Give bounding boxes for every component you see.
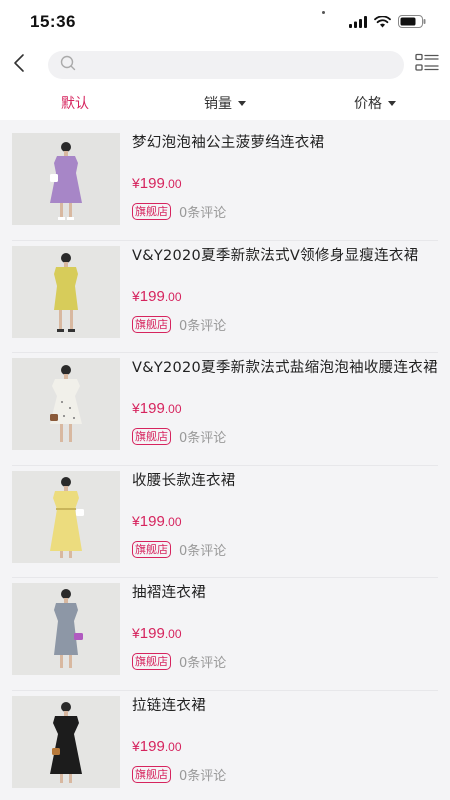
price-currency: ¥ — [132, 625, 140, 641]
product-item[interactable]: V&Y2020夏季新款法式V领修身显瘦连衣裙 ¥199.00 旗舰店 0条评论 — [12, 241, 438, 353]
sort-tab-label: 销量 — [204, 96, 232, 112]
price-integer: 199 — [139, 625, 165, 642]
product-item[interactable]: V&Y2020夏季新款法式盐缩泡泡袖收腰连衣裙 ¥199.00 旗舰店 0条评论 — [12, 353, 438, 466]
comment-count: 0条评论 — [179, 431, 227, 446]
product-price: ¥199.00 — [132, 625, 182, 643]
caret-down-icon — [388, 101, 396, 106]
product-title: 梦幻泡泡袖公主菠萝绉连衣裙 — [132, 135, 325, 151]
price-integer: 199 — [139, 287, 165, 305]
product-item[interactable]: 抽褶连衣裙 ¥199.00 旗舰店 0条评论 — [12, 578, 438, 691]
product-title: 抽褶连衣裙 — [132, 585, 206, 601]
price-integer: 199 — [139, 400, 165, 417]
wifi-icon — [374, 13, 391, 32]
sort-tab-price[interactable]: 价格 — [300, 93, 450, 113]
product-image — [12, 470, 120, 563]
comment-count: 0条评论 — [179, 318, 227, 334]
list-view-toggle-button[interactable] — [414, 52, 440, 78]
product-price: ¥199.00 — [132, 175, 182, 193]
store-badge: 旗舰店 — [132, 315, 171, 333]
store-badge: 旗舰店 — [132, 203, 171, 220]
store-badge: 旗舰店 — [132, 428, 171, 445]
product-title: 收腰长款连衣裙 — [132, 472, 236, 489]
product-price: ¥199.00 — [132, 738, 182, 756]
sort-tab-label: 默认 — [61, 96, 89, 112]
status-bar: 15:36 — [0, 0, 450, 44]
price-currency: ¥ — [132, 737, 140, 754]
comment-count: 0条评论 — [179, 206, 227, 221]
product-item[interactable]: 梦幻泡泡袖公主菠萝绉连衣裙 ¥199.00 旗舰店 0条评论 — [12, 128, 438, 241]
product-title: V&Y2020夏季新款法式V领修身显瘦连衣裙 — [132, 247, 419, 264]
product-price: ¥199.00 — [132, 288, 182, 306]
product-item[interactable]: 拉链连衣裙 ¥199.00 旗舰店 0条评论 — [12, 691, 438, 800]
price-decimal: .00 — [164, 289, 182, 304]
price-integer: 199 — [139, 512, 165, 530]
battery-icon — [398, 13, 426, 32]
sort-tab-label: 价格 — [354, 96, 382, 112]
comment-count: 0条评论 — [179, 656, 227, 671]
chevron-left-icon — [12, 53, 26, 77]
product-image — [12, 245, 120, 338]
search-input[interactable] — [82, 57, 404, 73]
back-button[interactable] — [12, 50, 38, 80]
comment-count: 0条评论 — [179, 543, 227, 559]
price-decimal: .00 — [164, 177, 182, 191]
list-view-icon — [415, 53, 439, 77]
product-item[interactable]: 收腰长款连衣裙 ¥199.00 旗舰店 0条评论 — [12, 466, 438, 578]
product-price: ¥199.00 — [132, 400, 182, 418]
status-dot — [322, 11, 325, 14]
search-icon — [60, 55, 76, 75]
search-box[interactable] — [48, 51, 404, 79]
product-title: V&Y2020夏季新款法式盐缩泡泡袖收腰连衣裙 — [132, 360, 438, 376]
price-integer: 199 — [139, 175, 165, 192]
store-badge: 旗舰店 — [132, 653, 171, 670]
product-image — [12, 583, 120, 675]
product-title: 拉链连衣裙 — [132, 697, 206, 714]
caret-down-icon — [238, 101, 246, 106]
sort-tab-default[interactable]: 默认 — [0, 93, 150, 113]
product-image — [12, 695, 120, 788]
status-time: 15:36 — [30, 12, 76, 31]
price-currency: ¥ — [132, 400, 140, 416]
product-image — [12, 358, 120, 450]
price-decimal: .00 — [164, 514, 182, 529]
product-price: ¥199.00 — [132, 513, 182, 531]
price-decimal: .00 — [164, 739, 182, 754]
product-list: 梦幻泡泡袖公主菠萝绉连衣裙 ¥199.00 旗舰店 0条评论 V&Y2020夏季… — [0, 120, 450, 800]
price-integer: 199 — [139, 737, 165, 755]
nav-bar — [0, 44, 450, 86]
product-image — [12, 133, 120, 225]
store-badge: 旗舰店 — [132, 540, 171, 558]
store-badge: 旗舰店 — [132, 765, 171, 783]
price-decimal: .00 — [164, 627, 182, 641]
price-currency: ¥ — [132, 512, 140, 529]
price-currency: ¥ — [132, 175, 140, 191]
status-icons — [349, 13, 426, 32]
price-decimal: .00 — [164, 402, 182, 416]
comment-count: 0条评论 — [179, 768, 227, 784]
sort-tab-sales[interactable]: 销量 — [150, 93, 300, 113]
sort-bar: 默认 销量 价格 — [0, 86, 450, 120]
price-currency: ¥ — [132, 287, 140, 304]
signal-icon — [349, 13, 367, 32]
